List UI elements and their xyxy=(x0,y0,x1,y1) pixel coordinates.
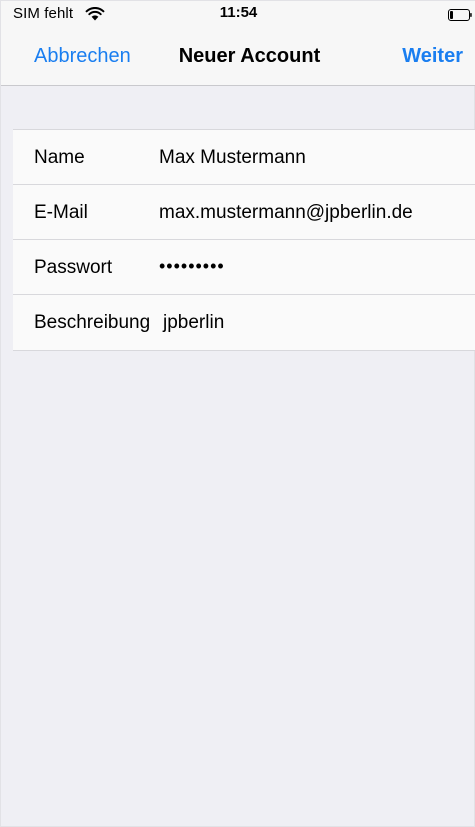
password-field[interactable]: ••••••••• xyxy=(159,256,225,277)
battery-icon xyxy=(448,8,472,21)
description-label: Beschreibung xyxy=(34,312,151,333)
status-clock: 11:54 xyxy=(219,4,258,21)
name-row[interactable]: Name Max Mustermann xyxy=(13,130,475,185)
password-label: Passwort xyxy=(34,257,113,278)
description-row[interactable]: Beschreibung jpberlin xyxy=(13,295,475,350)
description-field[interactable]: jpberlin xyxy=(163,312,224,334)
status-bar: SIM fehlt 11:54 xyxy=(1,1,475,27)
password-row[interactable]: Passwort ••••••••• xyxy=(13,240,475,295)
next-button[interactable]: Weiter xyxy=(402,45,463,68)
email-row[interactable]: E-Mail max.mustermann@jpberlin.de xyxy=(13,185,475,240)
email-label: E-Mail xyxy=(34,202,88,223)
email-field[interactable]: max.mustermann@jpberlin.de xyxy=(159,202,413,224)
screen: SIM fehlt 11:54 Abbrechen Neuer Account … xyxy=(0,0,475,827)
name-label: Name xyxy=(34,147,85,168)
account-form: Name Max Mustermann E-Mail max.musterman… xyxy=(13,129,475,351)
navigation-bar: Abbrechen Neuer Account Weiter xyxy=(1,27,475,86)
name-field[interactable]: Max Mustermann xyxy=(159,147,306,169)
